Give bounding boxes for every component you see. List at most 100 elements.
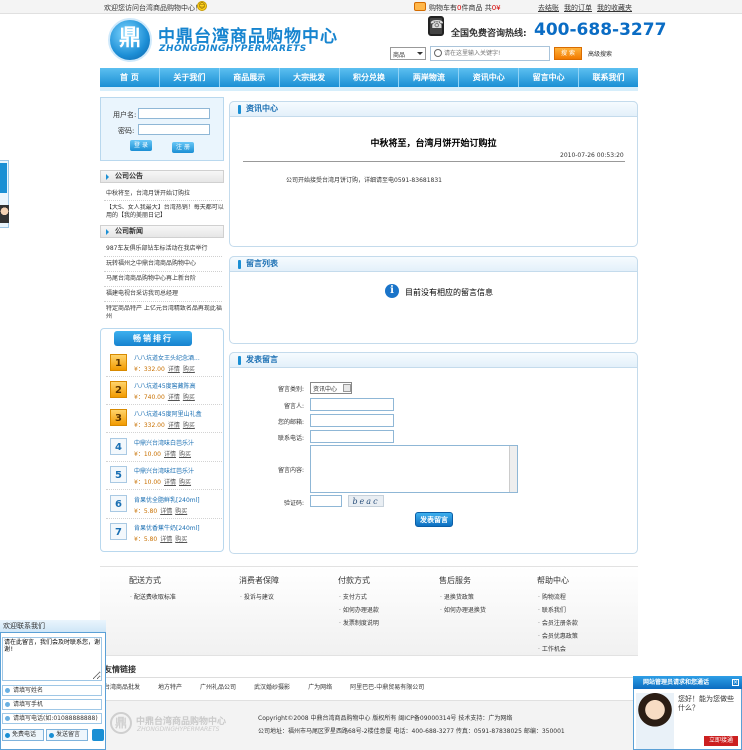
- logo-mark[interactable]: 鼎: [108, 18, 152, 62]
- detail-link[interactable]: 详情: [168, 366, 180, 373]
- email-field[interactable]: [310, 414, 394, 427]
- cart-total: 0¥: [491, 4, 501, 12]
- help-link[interactable]: 购物流程: [538, 592, 566, 601]
- advanced-search-link[interactable]: 高级搜索: [588, 49, 612, 58]
- cart-summary[interactable]: 购物车有0件商品 共0¥: [429, 3, 501, 13]
- news-item[interactable]: 马尾台湾商品购物中心再上新台阶: [106, 275, 224, 283]
- buy-link[interactable]: 购买: [179, 479, 191, 486]
- help-link[interactable]: 配送费收取标准: [130, 592, 176, 601]
- name-field[interactable]: [310, 398, 394, 411]
- checkout-link[interactable]: 去结账: [538, 4, 559, 12]
- news-item[interactable]: 特定商品特产 上亿元台湾精致名品再现此福州: [106, 305, 224, 321]
- nav-messages[interactable]: 留言中心: [519, 68, 580, 87]
- detail-link[interactable]: 详情: [168, 422, 180, 429]
- buy-link[interactable]: 购买: [179, 451, 191, 458]
- rank-badge: 4: [110, 438, 127, 455]
- phone-field[interactable]: [310, 430, 394, 443]
- register-button[interactable]: 注 册: [172, 142, 194, 153]
- content-textarea[interactable]: [310, 445, 518, 493]
- favorites-link[interactable]: 我的收藏夹: [597, 4, 632, 12]
- nav-points[interactable]: 积分兑换: [340, 68, 400, 87]
- friend-link[interactable]: 台湾商品批发: [104, 684, 140, 691]
- divider: [104, 256, 222, 257]
- contact-message-textarea[interactable]: 请在此留言，我们会及时联系您，谢谢!: [2, 637, 102, 681]
- nav-contact[interactable]: 联系我们: [579, 68, 638, 87]
- search-category-select[interactable]: 商品: [390, 47, 426, 60]
- detail-link[interactable]: 详情: [160, 536, 172, 543]
- rank-product-link[interactable]: 八八坑道45度窖藏陈高: [134, 381, 222, 390]
- phone-label: 联系电话:: [277, 435, 304, 442]
- buy-link[interactable]: 购买: [183, 394, 195, 401]
- rank-product-link[interactable]: 八八坑道45度阿里山礼盒: [134, 409, 222, 418]
- nav-products[interactable]: 商品展示: [220, 68, 280, 87]
- footer-logo-subtitle: ZHONGDINGHYPERMARETS: [137, 726, 220, 733]
- rank-product-link[interactable]: 肯果优香蕉牛奶[240ml]: [134, 523, 222, 532]
- friend-links-title: 友情链接: [104, 665, 136, 674]
- info-icon: i: [385, 284, 399, 298]
- help-link[interactable]: 发票制度说明: [339, 618, 379, 627]
- notice-item[interactable]: 中秋将至，台湾月饼开始订购拉: [106, 190, 224, 198]
- nav-logistics[interactable]: 两岸物流: [399, 68, 460, 87]
- help-link[interactable]: 如何办理退换货: [440, 605, 486, 614]
- send-message-button[interactable]: 发送留言: [46, 729, 88, 741]
- friend-link[interactable]: 武汉婚纱摄影: [254, 684, 290, 691]
- detail-link[interactable]: 详情: [164, 479, 176, 486]
- nav-wholesale[interactable]: 大宗批发: [280, 68, 340, 87]
- friend-link[interactable]: 地方特产: [158, 684, 182, 691]
- password-input[interactable]: [138, 124, 210, 135]
- detail-link[interactable]: 详情: [164, 451, 176, 458]
- captcha-image[interactable]: beac: [348, 495, 384, 507]
- nav-about[interactable]: 关于我们: [160, 68, 220, 87]
- rank-product-link[interactable]: 中鼎兴台湾味红芭乐汁: [134, 466, 222, 475]
- form-section-title: 发表留言: [229, 352, 638, 368]
- help-link[interactable]: 支付方式: [339, 592, 367, 601]
- buy-link[interactable]: 购买: [175, 536, 187, 543]
- contact-name-field[interactable]: 请填写姓名: [2, 685, 102, 696]
- search-button[interactable]: 搜 索: [554, 47, 582, 60]
- buy-link[interactable]: 购买: [175, 508, 187, 515]
- accept-call-button[interactable]: 立即接通: [704, 736, 738, 746]
- close-icon[interactable]: ×: [732, 679, 739, 686]
- friend-link[interactable]: 阿里巴巴-中鼎贸易有限公司: [350, 684, 424, 691]
- help-link[interactable]: 会员优惠政策: [538, 631, 578, 640]
- free-call-button[interactable]: 免费电话: [2, 729, 44, 741]
- news-item[interactable]: 玩转福州之中鼎台湾商品购物中心: [106, 260, 224, 268]
- help-link[interactable]: 投诉与建议: [240, 592, 274, 601]
- chat-bubble-icon[interactable]: [92, 729, 104, 741]
- rank-badge: 1: [110, 354, 127, 371]
- article-section-title: 资讯中心: [229, 101, 638, 117]
- cart-icon[interactable]: [414, 2, 426, 11]
- submit-message-button[interactable]: 发表留言: [415, 512, 453, 527]
- contact-mobile-field[interactable]: 请填写手机: [2, 699, 102, 710]
- help-link[interactable]: 退换货政策: [440, 592, 474, 601]
- textarea-scrollbar[interactable]: [509, 446, 517, 492]
- help-link[interactable]: 会员注册条款: [538, 618, 578, 627]
- search-input[interactable]: [444, 47, 548, 59]
- detail-link[interactable]: 详情: [160, 508, 172, 515]
- help-link[interactable]: 工作机会: [538, 644, 566, 653]
- captcha-input[interactable]: [310, 495, 342, 507]
- news-item[interactable]: 987车友俱乐部钻车标活动在我店举行: [106, 245, 224, 253]
- rank-product-link[interactable]: 肯果优全脂鲜乳[240ml]: [134, 495, 222, 504]
- my-orders-link[interactable]: 我的订单: [564, 4, 592, 12]
- detail-link[interactable]: 详情: [168, 394, 180, 401]
- service-tab-label[interactable]: [0, 163, 7, 193]
- nav-news[interactable]: 资讯中心: [459, 68, 520, 87]
- buy-link[interactable]: 购买: [183, 422, 195, 429]
- friend-link[interactable]: 广为网络: [308, 684, 332, 691]
- contact-phone-field[interactable]: 请填写电话(如:01088888888): [2, 713, 102, 724]
- username-input[interactable]: [138, 108, 210, 119]
- rank-product-link[interactable]: 八八坑道女王头纪念酒...: [134, 353, 222, 362]
- news-title: 公司新闻: [100, 225, 224, 238]
- notice-item[interactable]: 【大S、女人我最大】台湾热销！每天都可以用的【我的美丽日记】: [106, 204, 224, 220]
- help-link[interactable]: 联系我们: [538, 605, 566, 614]
- friend-link[interactable]: 广州礼品公司: [200, 684, 236, 691]
- news-item[interactable]: 福建电视台采访我司总经理: [106, 290, 224, 298]
- chevron-down-icon[interactable]: [343, 384, 351, 392]
- logo-subtitle: ZHONGDINGHYPERMARETS: [159, 44, 307, 54]
- help-link[interactable]: 如何办理退款: [339, 605, 379, 614]
- login-button[interactable]: 登 录: [130, 140, 152, 151]
- rank-product-link[interactable]: 中鼎兴台湾味白芭乐汁: [134, 438, 222, 447]
- buy-link[interactable]: 购买: [183, 366, 195, 373]
- nav-home[interactable]: 首 页: [100, 68, 160, 87]
